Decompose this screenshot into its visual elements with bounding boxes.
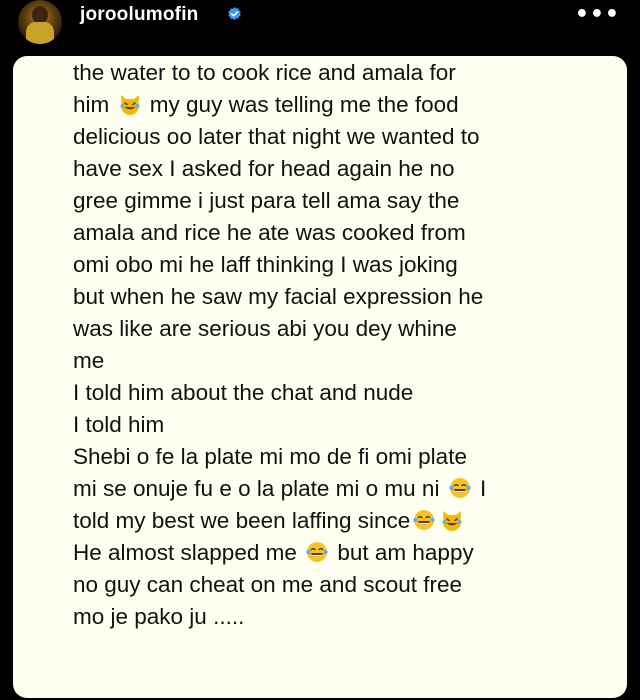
note-line: mo je pako ju .....	[73, 604, 245, 629]
note-line: me	[73, 348, 105, 373]
avatar[interactable]	[18, 0, 62, 44]
username[interactable]: joroolumofin	[80, 4, 199, 26]
face-tears-of-joy-emoji-icon	[449, 478, 471, 498]
post-frame: joroolumofin ••• the water to to cook ri…	[0, 0, 640, 700]
note-line: I told him	[73, 412, 165, 437]
note-text: I	[479, 476, 487, 501]
note-line: have sex I asked for head again he no	[73, 156, 455, 181]
note-line: gree gimme i just para tell ama say the	[73, 188, 460, 213]
cat-tears-of-joy-emoji-icon	[442, 511, 462, 531]
note-line: the water to to cook rice and amala for	[73, 60, 456, 85]
note-line: I told him about the chat and nude	[73, 380, 414, 405]
note-line: amala and rice he ate was cooked from	[73, 220, 466, 245]
note-line: was like are serious abi you dey whine	[73, 316, 457, 341]
verified-badge-icon	[228, 7, 241, 21]
cat-tears-of-joy-emoji-icon	[120, 95, 140, 115]
note-line: omi obo mi he laff thinking I was joking	[73, 252, 458, 277]
note-line: Shebi o fe la plate mi mo de fi omi plat…	[73, 444, 467, 469]
more-options-icon[interactable]: •••	[575, 2, 620, 27]
note-line: him my guy was telling me the food	[73, 90, 459, 120]
note-line: told my best we been laffing since	[73, 506, 466, 536]
post-header: joroolumofin •••	[0, 0, 640, 56]
note-line: but when he saw my facial expression he	[73, 284, 484, 309]
note-line: He almost slapped me but am happy	[73, 538, 474, 568]
note-card: the water to to cook rice and amala for …	[13, 56, 627, 698]
note-line: mi se onuje fu e o la plate mi o mu ni I	[73, 474, 486, 504]
note-text: mi se onuje fu e o la plate mi o mu ni	[73, 476, 440, 501]
note-text: my guy was telling me the food	[149, 92, 459, 117]
note-text: told my best we been laffing since	[73, 508, 411, 533]
note-text: but am happy	[331, 540, 474, 565]
face-tears-of-joy-emoji-icon	[306, 542, 328, 562]
note-line: delicious oo later that night we wanted …	[73, 124, 480, 149]
note-text: He almost slapped me	[73, 540, 304, 565]
face-tears-of-joy-emoji-icon	[413, 510, 435, 530]
note-line: no guy can cheat on me and scout free	[73, 572, 463, 597]
note-text: him	[73, 92, 110, 117]
